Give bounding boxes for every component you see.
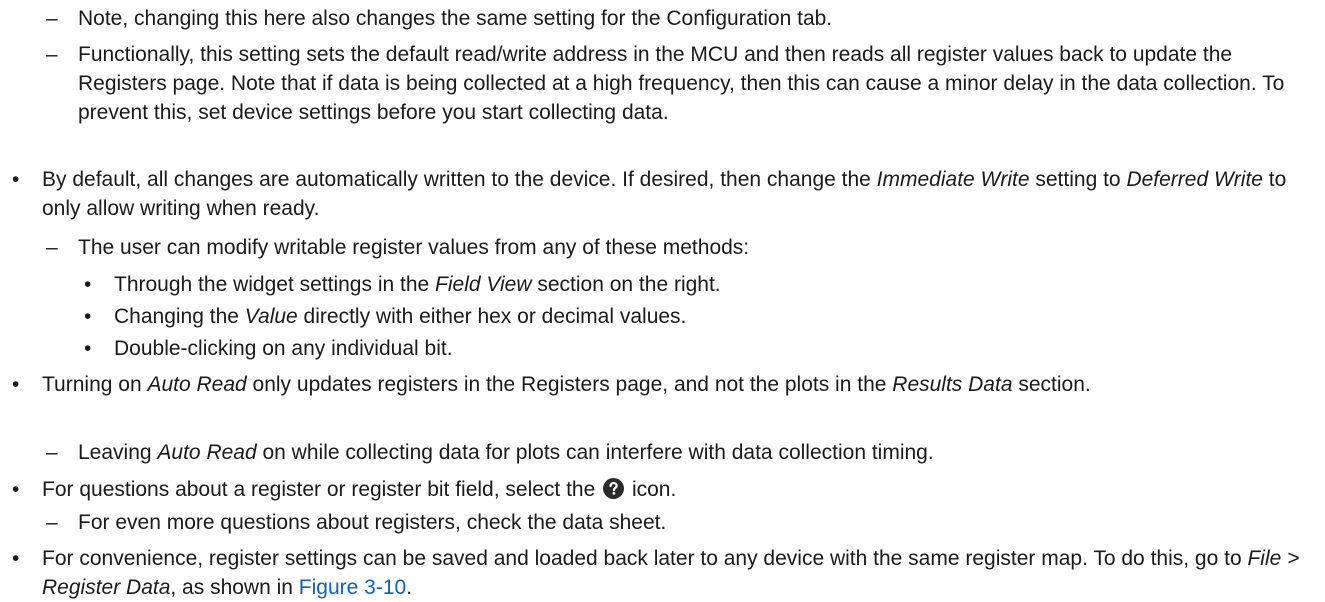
item-text: on while collecting data for plots can i…: [256, 441, 934, 464]
dash-marker: –: [46, 511, 58, 534]
item-text: For convenience, register settings can b…: [42, 547, 1248, 570]
dash-marker: –: [46, 43, 58, 66]
list-item: • Changing the Value directly with eithe…: [84, 302, 1314, 331]
help-icon: [603, 478, 625, 499]
item-text: Through the widget settings in the: [114, 273, 436, 296]
document-page: – Note, changing this here also changes …: [0, 0, 1325, 601]
item-text: The user can modify writable register va…: [78, 236, 750, 259]
item-text: Note, changing this here also changes th…: [78, 7, 833, 30]
bullet-marker: •: [12, 547, 20, 570]
dash-marker: –: [46, 7, 58, 30]
list-item: • Double-clicking on any individual bit.: [84, 334, 1314, 363]
item-text: directly with either hex or decimal valu…: [297, 305, 687, 328]
emphasis-text: Auto Read: [157, 441, 257, 464]
item-text: setting to: [1029, 168, 1127, 191]
bullet-marker: •: [12, 168, 20, 191]
item-text: Functionally, this setting sets the defa…: [78, 43, 1285, 124]
bullet-marker: •: [84, 305, 92, 328]
item-text: For questions about a register or regist…: [42, 478, 602, 501]
figure-link[interactable]: Figure 3-10: [299, 576, 406, 599]
item-text: Leaving: [78, 441, 158, 464]
list-item: – Functionally, this setting sets the de…: [46, 40, 1313, 127]
bullet-marker: •: [12, 373, 20, 396]
item-text: By default, all changes are automaticall…: [42, 168, 877, 191]
dash-marker: –: [46, 236, 58, 259]
emphasis-text: Deferred Write: [1126, 168, 1263, 191]
emphasis-text: Results Data: [892, 373, 1013, 396]
list-item: – The user can modify writable register …: [46, 233, 1313, 262]
item-text: icon.: [626, 478, 677, 501]
item-text: Double-clicking on any individual bit.: [114, 337, 453, 360]
item-text: Changing the: [114, 305, 245, 328]
list-item: • For convenience, register settings can…: [12, 544, 1312, 602]
item-text: For even more questions about registers,…: [78, 511, 667, 534]
list-item: – For even more questions about register…: [46, 508, 1313, 537]
emphasis-text: Value: [244, 305, 298, 328]
item-text: only updates registers in the Registers …: [246, 373, 893, 396]
list-item: • Turning on Auto Read only updates regi…: [12, 370, 1312, 399]
emphasis-text: Field View: [435, 273, 532, 296]
list-item: • By default, all changes are automatica…: [12, 165, 1312, 223]
item-text: section on the right.: [531, 273, 721, 296]
bullet-marker: •: [84, 337, 92, 360]
bullet-marker: •: [12, 478, 20, 501]
emphasis-text: Immediate Write: [876, 168, 1030, 191]
emphasis-text: Auto Read: [147, 373, 247, 396]
item-text: Turning on: [42, 373, 148, 396]
bullet-marker: •: [84, 273, 92, 296]
item-text: section.: [1012, 373, 1091, 396]
list-item: • Through the widget settings in the Fie…: [84, 270, 1314, 299]
item-text: , as shown in: [170, 576, 299, 599]
dash-marker: –: [46, 441, 58, 464]
list-item: • For questions about a register or regi…: [12, 475, 1312, 504]
list-item: – Note, changing this here also changes …: [46, 4, 1313, 33]
list-item: – Leaving Auto Read on while collecting …: [46, 438, 1313, 467]
item-text: .: [406, 576, 413, 599]
